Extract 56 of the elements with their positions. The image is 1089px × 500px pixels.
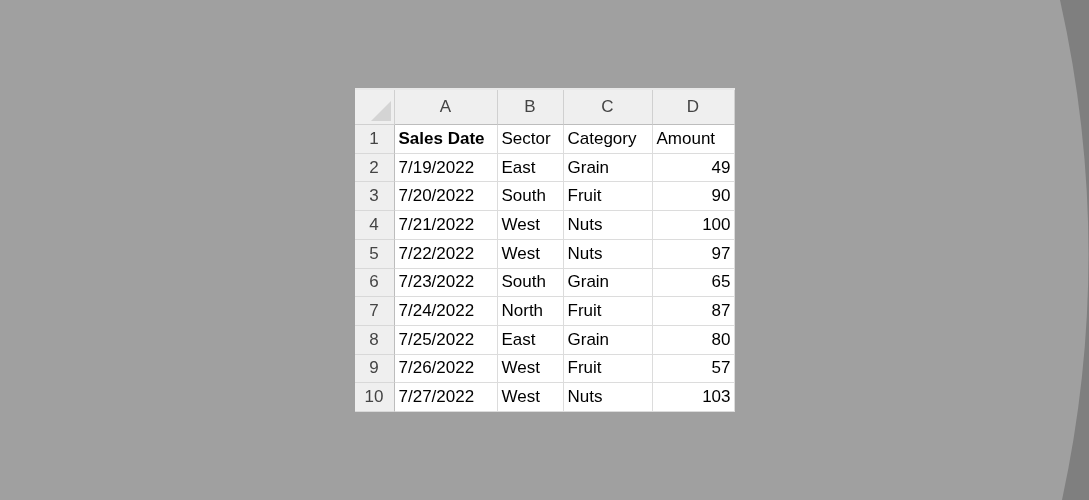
table-cell: Grain bbox=[563, 153, 653, 183]
table-cell: Grain bbox=[563, 325, 653, 355]
row-header[interactable]: 9 bbox=[354, 354, 395, 384]
table-cell: North bbox=[497, 297, 564, 326]
table-cell: 7/24/2022 bbox=[394, 297, 498, 326]
table-cell: 80 bbox=[652, 325, 735, 355]
table-cell: Category bbox=[563, 125, 653, 154]
table-cell: 90 bbox=[652, 182, 735, 212]
table-cell: 7/20/2022 bbox=[394, 182, 498, 212]
column-header[interactable]: B bbox=[497, 90, 564, 126]
table-cell: Amount bbox=[652, 125, 735, 154]
column-header[interactable]: A bbox=[394, 90, 498, 126]
row-header[interactable]: 10 bbox=[354, 383, 395, 412]
table-cell: 7/19/2022 bbox=[394, 153, 498, 183]
row-header[interactable]: 6 bbox=[354, 268, 395, 298]
table-cell: Sales Date bbox=[394, 125, 498, 154]
table-cell: Nuts bbox=[563, 239, 653, 269]
table-cell: West bbox=[497, 354, 564, 384]
table-cell: 87 bbox=[652, 297, 735, 326]
table-cell: 7/25/2022 bbox=[394, 325, 498, 355]
table-cell: Grain bbox=[563, 268, 653, 298]
table-cell: 103 bbox=[652, 383, 735, 412]
table-cell: South bbox=[497, 268, 564, 298]
table-cell: 100 bbox=[652, 211, 735, 240]
table-cell: Nuts bbox=[563, 211, 653, 240]
table-cell: East bbox=[497, 325, 564, 355]
column-header[interactable]: D bbox=[652, 90, 735, 126]
select-all-corner[interactable] bbox=[354, 90, 395, 126]
row-header[interactable]: 4 bbox=[354, 211, 395, 240]
table-cell: 7/22/2022 bbox=[394, 239, 498, 269]
table-cell: 7/21/2022 bbox=[394, 211, 498, 240]
row-header[interactable]: 2 bbox=[354, 153, 395, 183]
table-cell: West bbox=[497, 211, 564, 240]
table-cell: 65 bbox=[652, 268, 735, 298]
table-cell: South bbox=[497, 182, 564, 212]
column-header[interactable]: C bbox=[563, 90, 653, 126]
row-header[interactable]: 7 bbox=[354, 297, 395, 326]
row-header[interactable]: 1 bbox=[354, 125, 395, 154]
table-cell: 57 bbox=[652, 354, 735, 384]
table-cell: 7/27/2022 bbox=[394, 383, 498, 412]
table-cell: Sector bbox=[497, 125, 564, 154]
table-cell: Fruit bbox=[563, 182, 653, 212]
table-cell: Fruit bbox=[563, 297, 653, 326]
row-header[interactable]: 8 bbox=[354, 325, 395, 355]
table-cell: 49 bbox=[652, 153, 735, 183]
table-cell: West bbox=[497, 383, 564, 412]
table-cell: 7/23/2022 bbox=[394, 268, 498, 298]
row-header[interactable]: 3 bbox=[354, 182, 395, 212]
row-header[interactable]: 5 bbox=[354, 239, 395, 269]
table-cell: Fruit bbox=[563, 354, 653, 384]
table-cell: 97 bbox=[652, 239, 735, 269]
table-cell: 7/26/2022 bbox=[394, 354, 498, 384]
table-cell: West bbox=[497, 239, 564, 269]
corner-triangle-icon bbox=[370, 101, 391, 122]
table-cell: East bbox=[497, 153, 564, 183]
table-cell: Nuts bbox=[563, 383, 653, 412]
